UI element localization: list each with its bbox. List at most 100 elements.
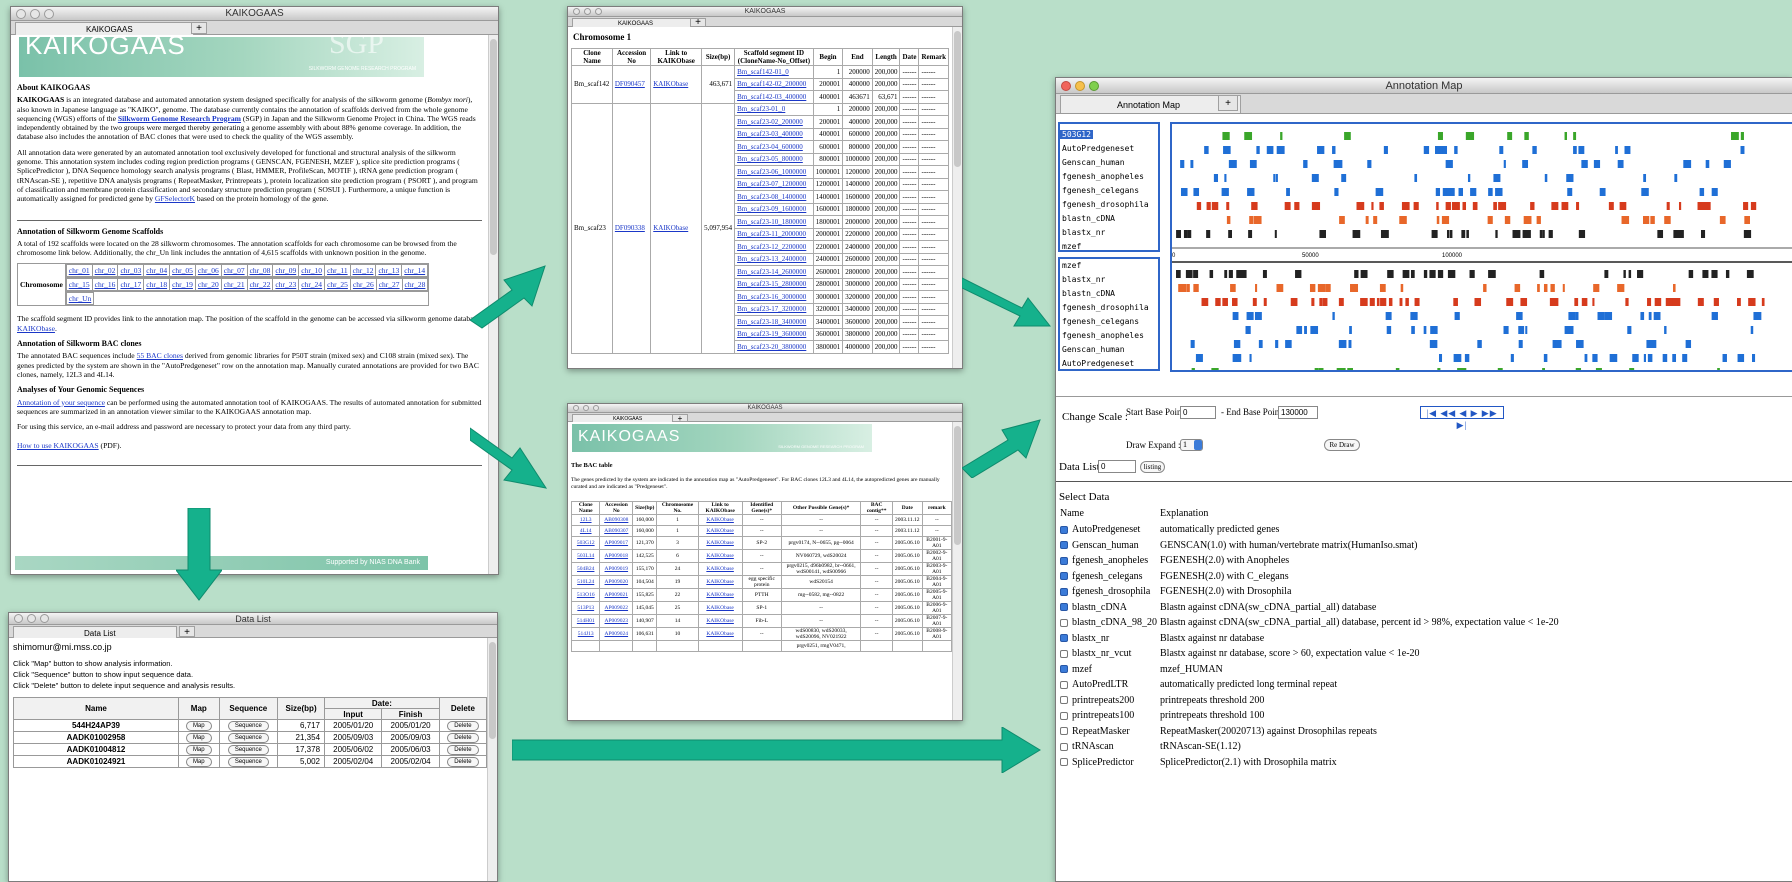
chromosome-link-cell[interactable]: chr_03 xyxy=(117,264,145,278)
chromosome-link-cell[interactable]: chr_19 xyxy=(169,278,196,292)
feature-block[interactable] xyxy=(1743,202,1749,210)
feature-block[interactable] xyxy=(1445,202,1451,210)
feature-block[interactable] xyxy=(1371,202,1374,210)
feature-block[interactable] xyxy=(1647,354,1653,362)
bac-link[interactable]: 514H01 xyxy=(577,618,595,624)
feature-block[interactable] xyxy=(1542,230,1545,238)
feature-block[interactable] xyxy=(1360,270,1368,278)
feature-block[interactable] xyxy=(1654,298,1662,306)
checkbox[interactable] xyxy=(1060,665,1068,674)
chromosome-link[interactable]: chr_03 xyxy=(120,266,141,275)
feature-block[interactable] xyxy=(1750,202,1757,210)
feature-block[interactable] xyxy=(1266,146,1274,154)
feature-block[interactable] xyxy=(1435,146,1443,154)
feature-block[interactable] xyxy=(1249,160,1257,168)
feature-block[interactable] xyxy=(1380,298,1387,306)
browser-tab[interactable]: KAIKOGAAS xyxy=(572,18,705,27)
chromosome-link[interactable]: chr_08 xyxy=(250,266,271,275)
new-tab-button[interactable]: + xyxy=(672,414,688,423)
chromosome-link[interactable]: chr_27 xyxy=(379,280,400,289)
checkbox[interactable] xyxy=(1060,711,1068,720)
feature-block[interactable] xyxy=(1539,230,1543,238)
feature-block[interactable] xyxy=(1750,326,1754,334)
feature-block[interactable] xyxy=(1354,270,1359,278)
minimize-light[interactable] xyxy=(1075,81,1085,91)
close-light[interactable] xyxy=(573,8,580,15)
feature-block[interactable] xyxy=(1206,202,1211,210)
feature-block[interactable] xyxy=(1593,284,1600,292)
feature-block[interactable] xyxy=(1350,284,1359,292)
table-cell[interactable]: KAIKObase xyxy=(697,514,743,526)
feature-block[interactable] xyxy=(1254,312,1262,320)
feature-block[interactable] xyxy=(1608,202,1614,210)
feature-block[interactable] xyxy=(1573,146,1577,154)
feature-block[interactable] xyxy=(1552,298,1559,306)
feature-block[interactable] xyxy=(1379,284,1386,292)
feature-block[interactable] xyxy=(1582,298,1586,306)
feature-block[interactable] xyxy=(1584,354,1588,362)
accession-cell[interactable]: DF090457 xyxy=(611,65,652,104)
feature-block[interactable] xyxy=(1702,270,1709,278)
scrollbar[interactable] xyxy=(952,27,962,368)
feature-block[interactable] xyxy=(1388,298,1393,306)
chromosome-link[interactable]: chr_13 xyxy=(378,266,399,275)
bac-link[interactable]: 513P13 xyxy=(577,605,594,611)
chromosome-link-cell[interactable]: chr_20 xyxy=(194,278,222,292)
chromosome-link-cell[interactable]: chr_16 xyxy=(91,278,119,292)
feature-block[interactable] xyxy=(1446,230,1450,238)
feature-block[interactable] xyxy=(1453,354,1458,362)
feature-block[interactable] xyxy=(1246,312,1254,320)
feature-block[interactable] xyxy=(1245,326,1249,334)
table-cell[interactable]: AP009022 xyxy=(599,601,634,615)
feature-block[interactable] xyxy=(1337,368,1346,370)
feature-block[interactable] xyxy=(1339,216,1345,224)
feature-block[interactable] xyxy=(1273,174,1276,182)
feature-block[interactable] xyxy=(1423,146,1430,154)
feature-block[interactable] xyxy=(1548,230,1553,238)
feature-block[interactable] xyxy=(1461,230,1466,238)
segment-link[interactable]: Bm_scaf23-15_2800000 xyxy=(737,280,806,288)
table-cell[interactable]: Bm_scaf23-06_1000000 xyxy=(734,165,814,179)
feature-block[interactable] xyxy=(1405,298,1409,306)
feature-block[interactable] xyxy=(1451,202,1460,210)
feature-block[interactable] xyxy=(1431,230,1438,238)
feature-block[interactable] xyxy=(1217,298,1221,306)
feature-block[interactable] xyxy=(1711,270,1718,278)
feature-block[interactable] xyxy=(1507,298,1512,306)
table-cell[interactable]: AP009020 xyxy=(599,575,634,589)
table-cell[interactable]: KAIKObase xyxy=(697,627,743,641)
feature-block[interactable] xyxy=(1495,188,1503,196)
browser-tab[interactable]: Data List xyxy=(13,626,177,638)
checkbox[interactable] xyxy=(1060,634,1068,643)
feature-block[interactable] xyxy=(1206,230,1211,238)
feature-block[interactable] xyxy=(1699,188,1705,196)
table-cell[interactable]: Bm_scaf142-02_200000 xyxy=(734,77,814,91)
zoom-light[interactable] xyxy=(1089,81,1099,91)
feature-block[interactable] xyxy=(1539,270,1545,278)
checkbox[interactable] xyxy=(1060,603,1068,612)
segment-link[interactable]: Bm_scaf23-09_1600000 xyxy=(737,205,806,213)
bac-link[interactable]: KAIKObase xyxy=(706,579,734,585)
table-cell[interactable]: 4L14 xyxy=(570,525,601,537)
table-cell[interactable]: Bm_scaf23-18_3400000 xyxy=(734,315,814,329)
feature-block[interactable] xyxy=(1193,284,1199,292)
chromosome-link-cell[interactable]: chr_06 xyxy=(194,264,222,278)
table-cell[interactable]: 12L3 xyxy=(570,514,601,526)
feature-block[interactable] xyxy=(1227,216,1231,224)
checkbox[interactable] xyxy=(1060,587,1068,596)
close-light[interactable] xyxy=(16,9,26,19)
chromosome-link-cell[interactable]: chr_15 xyxy=(65,278,93,292)
feature-block[interactable] xyxy=(1284,202,1291,210)
table-cell[interactable]: AP009024 xyxy=(599,627,634,641)
table-cell[interactable]: KAIKObase xyxy=(697,525,743,537)
feature-block[interactable] xyxy=(1642,216,1650,224)
bac-link[interactable]: AP009017 xyxy=(605,540,629,546)
feature-block[interactable] xyxy=(1311,202,1318,210)
segment-link[interactable]: Bm_scaf23-14_2600000 xyxy=(737,268,806,276)
feature-block[interactable] xyxy=(1249,216,1254,224)
feature-block[interactable] xyxy=(1399,216,1407,224)
feature-block[interactable] xyxy=(1186,284,1190,292)
table-cell[interactable]: 514J13 xyxy=(570,627,601,641)
feature-block[interactable] xyxy=(1185,270,1193,278)
feature-block[interactable] xyxy=(1627,326,1632,334)
